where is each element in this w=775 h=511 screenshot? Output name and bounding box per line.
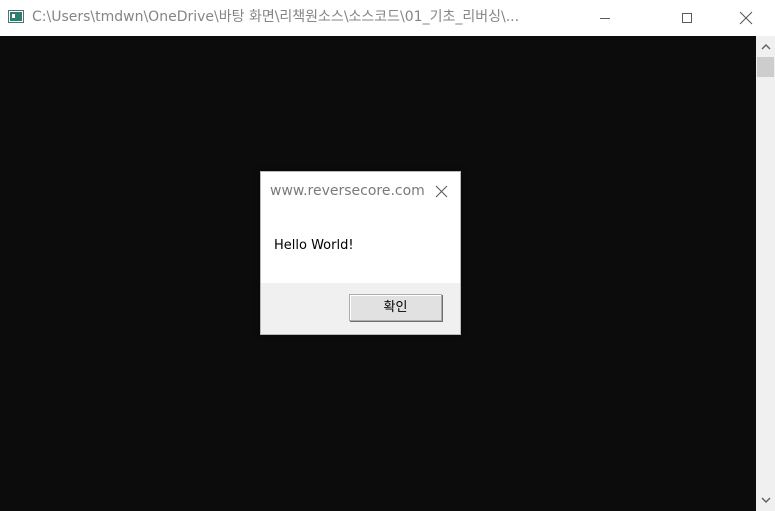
dialog-close-button[interactable] [429, 180, 453, 202]
ok-button-label: 확인 [383, 299, 408, 315]
scroll-down-button[interactable] [756, 492, 775, 509]
close-icon [739, 11, 753, 24]
console-window-icon[interactable] [8, 10, 24, 23]
ok-button[interactable]: 확인 [349, 294, 442, 321]
scroll-up-button[interactable] [756, 38, 775, 55]
dialog-title: www.reversecore.com [270, 183, 425, 199]
maximize-button[interactable] [664, 0, 710, 35]
vertical-scrollbar[interactable] [756, 36, 775, 511]
dialog-footer: 확인 [261, 283, 460, 334]
scroll-thumb[interactable] [757, 57, 774, 77]
console-window: C:\Users\tmdwn\OneDrive\바탕 화면\리책원소스\소스코드… [0, 0, 775, 511]
minimize-icon [600, 17, 610, 19]
maximize-icon [682, 12, 692, 23]
minimize-button[interactable] [582, 0, 628, 35]
message-box-dialog: www.reversecore.com Hello World! 확인 [260, 171, 461, 335]
title-bar[interactable]: C:\Users\tmdwn\OneDrive\바탕 화면\리책원소스\소스코드… [0, 0, 775, 35]
close-button[interactable] [723, 0, 769, 35]
window-title: C:\Users\tmdwn\OneDrive\바탕 화면\리책원소스\소스코드… [32, 9, 520, 25]
chevron-up-icon [761, 44, 770, 50]
close-icon [435, 185, 447, 197]
dialog-message: Hello World! [274, 238, 354, 253]
chevron-down-icon [761, 497, 770, 503]
